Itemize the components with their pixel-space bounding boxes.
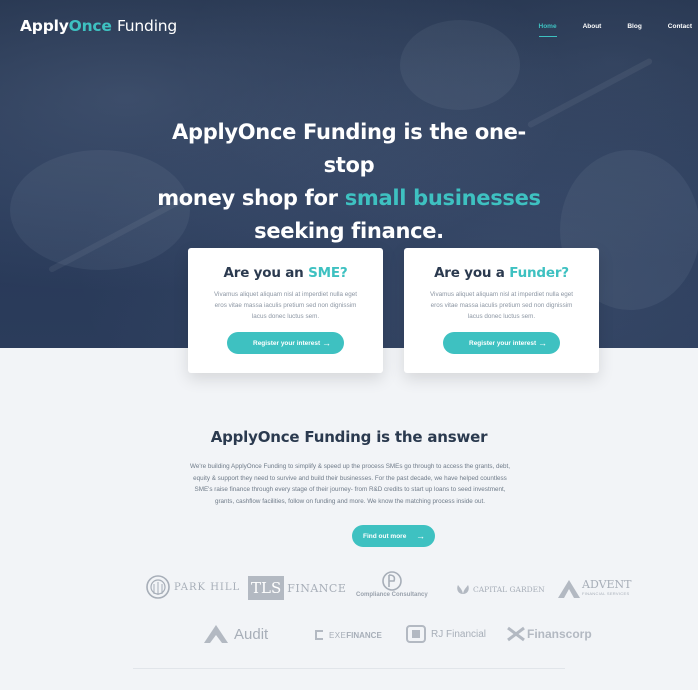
answer-title: ApplyOnce Funding is the answer [210,428,488,446]
advent-icon [558,580,580,598]
funder-card-title: Are you a Funder? [404,265,599,281]
partner-logo-advent: ADVENT FINANCIAL SERVICES [557,579,632,599]
arrow-right-icon: → [322,338,331,348]
partner-logo-audit: Audit [203,624,268,644]
brand-part-3: Funding [116,17,178,35]
sme-register-button[interactable]: Register your interest → [227,332,344,354]
brand-part-2: Once [68,17,112,35]
advent-text-block: ADVENT FINANCIAL SERVICES [582,578,632,598]
partner-logo-tls: TLS FINANCE [248,576,346,600]
park-hill-icon [146,575,170,599]
funder-title-accent: Funder? [509,265,569,281]
advent-sub: FINANCIAL SERVICES [582,591,630,596]
sme-title-accent: SME? [308,265,348,281]
capital-garden-text: CAPITAL GARDEN [473,584,545,594]
brand-logo[interactable]: ApplyOnce Funding [20,17,177,35]
finanscorp-text: Finanscorp [527,627,592,641]
sme-title-pre: Are you an [223,265,309,281]
hero-line-2-accent: small businesses [344,186,541,210]
partner-logo-finanscorp: Finanscorp [506,626,592,642]
partner-logo-rj-financial: RJ Financial [405,624,486,644]
funder-register-button[interactable]: Register your interest → [443,332,560,354]
sme-card: Are you an SME? Vivamus aliquet aliquam … [188,248,383,373]
find-out-more-button[interactable]: Find out more → [352,525,435,547]
main-nav: Home About Blog Contact [513,23,692,37]
hero-headline: ApplyOnce Funding is the one-stop money … [150,116,548,248]
nav-home[interactable]: Home [538,23,557,37]
arrow-right-icon: → [538,338,547,348]
sme-card-title: Are you an SME? [188,265,383,281]
nav-contact[interactable]: Contact [668,23,692,33]
rj-text: RJ Financial [431,628,487,640]
rj-icon [406,625,426,643]
partner-logo-compliance: Compliance Consultancy [356,570,428,598]
advent-text: ADVENT [582,578,632,591]
nav-about[interactable]: About [583,23,602,33]
finanscorp-icon [507,626,525,642]
answer-body: We're building ApplyOnce Funding to simp… [190,463,510,506]
hero-line-3: seeking finance. [254,219,444,243]
funder-card: Are you a Funder? Vivamus aliquet aliqua… [404,248,599,373]
arrow-right-icon: → [416,531,425,541]
hero-line-2-pre: money shop for [157,186,345,210]
tls-box: TLS [248,576,285,600]
hero-bg-shape [400,20,520,110]
funder-card-text: Vivamus aliquet aliquam nisl at imperdie… [429,291,574,320]
partner-logo-capital-garden: CAPITAL GARDEN [455,583,545,595]
compliance-text: Compliance Consultancy [356,592,428,598]
audit-text: Audit [234,625,269,643]
exe-icon [315,630,323,640]
compliance-icon [382,571,402,591]
partner-logo-exe-finance: EXE FINANCE [313,628,382,642]
find-out-more-label: Find out more [363,532,407,540]
exe-text-2: FINANCE [346,630,382,640]
section-divider [133,668,565,669]
sme-card-text: Vivamus aliquet aliquam nisl at imperdie… [213,291,358,320]
nav-blog[interactable]: Blog [627,23,641,33]
park-hill-text: PARK HILL [174,581,241,593]
partner-logo-park-hill: PARK HILL [145,574,240,600]
funder-register-label: Register your interest [469,339,537,347]
brand-part-1: Apply [20,17,69,35]
exe-text: EXE [329,630,347,640]
capital-garden-icon [457,585,469,594]
tls-text: FINANCE [287,581,347,595]
hero-line-1: ApplyOnce Funding is the one-stop [172,120,526,177]
audit-icon [204,625,228,643]
sme-register-label: Register your interest [253,339,321,347]
funder-title-pre: Are you a [434,265,510,281]
